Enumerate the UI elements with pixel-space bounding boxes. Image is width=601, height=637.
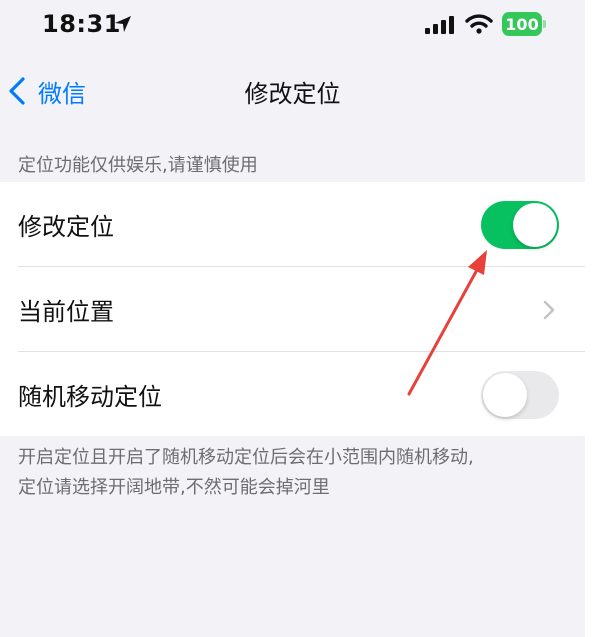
toggle-knob — [513, 203, 557, 247]
footer-note: 开启定位且开启了随机移动定位后会在小范围内随机移动, 定位请选择开阔地带,不然可… — [18, 443, 568, 503]
row-label-random-move: 随机移动定位 — [18, 383, 162, 411]
footer-note-line-2: 定位请选择开阔地带,不然可能会掉河里 — [18, 477, 330, 498]
battery-level: 100 — [505, 14, 539, 34]
status-time: 18:31 — [42, 10, 121, 38]
wifi-icon — [465, 14, 493, 34]
battery-icon: 100 — [502, 12, 542, 36]
modify-location-toggle[interactable] — [481, 201, 559, 249]
row-random-move: 随机移动定位 — [0, 352, 585, 437]
toggle-knob — [483, 373, 527, 417]
settings-group: 修改定位 当前位置 随机移动定位 — [0, 182, 585, 436]
random-move-toggle[interactable] — [481, 371, 559, 419]
location-arrow-icon — [115, 16, 131, 32]
status-bar: 18:31 100 — [0, 0, 585, 52]
row-modify-location: 修改定位 — [0, 182, 585, 267]
footer-note-line-1: 开启定位且开启了随机移动定位后会在小范围内随机移动, — [18, 447, 474, 468]
settings-screen: 18:31 100 微信 修改定位 定位功能仅供娱乐,请谨慎使用 修改定位 当前… — [0, 0, 585, 637]
cellular-signal-icon — [425, 16, 454, 34]
section-header: 定位功能仅供娱乐,请谨慎使用 — [18, 155, 258, 176]
row-label-modify-location: 修改定位 — [18, 213, 114, 241]
chevron-right-icon — [543, 300, 555, 320]
row-current-location[interactable]: 当前位置 — [0, 267, 585, 352]
page-title: 修改定位 — [244, 80, 341, 108]
battery-nub — [543, 20, 546, 28]
right-margin — [585, 0, 601, 637]
nav-bar: 微信 修改定位 — [0, 60, 585, 122]
row-label-current-location: 当前位置 — [18, 298, 114, 326]
